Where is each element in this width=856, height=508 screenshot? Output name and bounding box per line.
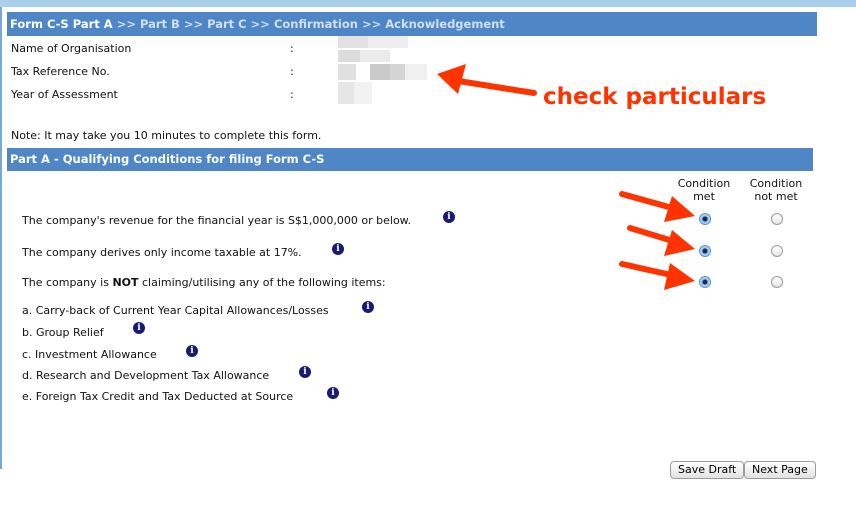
arrow-icon	[437, 64, 537, 96]
arrow-icon	[619, 261, 695, 290]
annotation-arrows	[437, 64, 695, 290]
arrow-icon	[619, 191, 695, 222]
arrow-icon	[627, 225, 695, 256]
